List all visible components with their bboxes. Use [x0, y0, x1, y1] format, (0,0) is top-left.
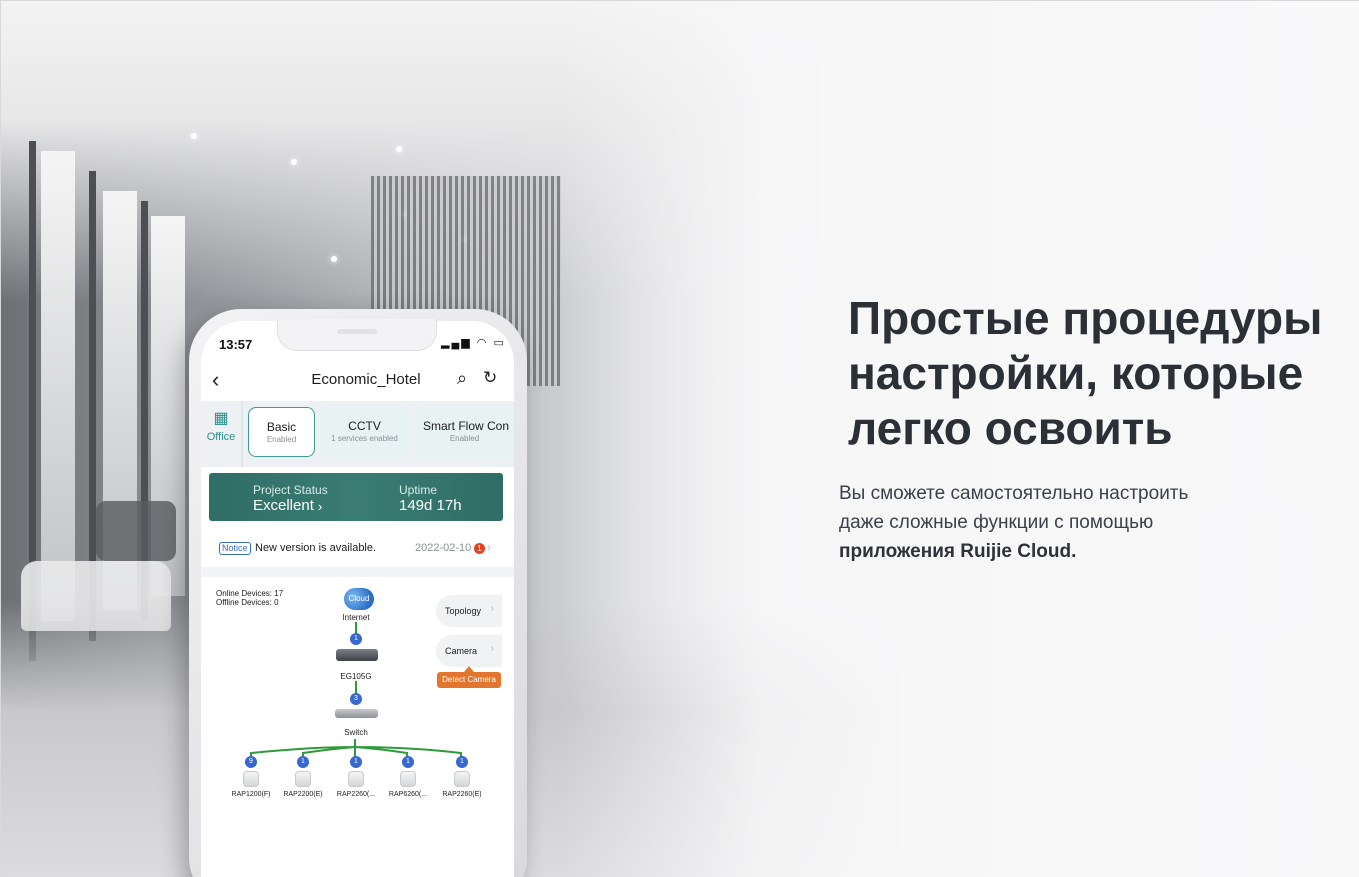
camera-button[interactable]: Camera ›	[436, 635, 502, 667]
section-gap	[201, 567, 514, 577]
access-point-device[interactable]	[348, 771, 364, 787]
offline-devices: Offline Devices: 0	[216, 598, 279, 607]
battery-icon: ▭	[493, 337, 506, 349]
tab-office[interactable]: ▦ Office	[203, 409, 239, 457]
status-icons: ▂▄▆ ◠ ▭	[441, 336, 506, 349]
chevron-right-icon: ›	[487, 540, 491, 554]
internet-label: Internet	[342, 613, 370, 622]
description-line: даже сложные функции с помощью	[839, 512, 1154, 533]
cloud-node[interactable]: Cloud	[344, 588, 374, 610]
chevron-right-icon: ›	[490, 643, 494, 655]
router-count-badge: 1	[350, 633, 362, 645]
notice-date: 2022-02-10	[415, 542, 472, 554]
headline-line: легко освоить	[848, 402, 1173, 454]
ap-count-badge: 1	[456, 756, 468, 768]
ceiling-light	[331, 256, 337, 262]
ap-count-badge: 9	[245, 756, 257, 768]
notice-text: New version is available.	[255, 542, 377, 554]
tab-subtitle: 1 services enabled	[331, 434, 398, 443]
tab-smart-flow[interactable]: Smart Flow Con Enabled	[415, 407, 514, 457]
tab-title: Basic	[266, 420, 297, 434]
headline-line: настройки, которые	[848, 347, 1304, 399]
tab-title: Smart Flow Con	[423, 419, 510, 433]
tab-subtitle: Enabled	[266, 435, 297, 444]
switch-count-badge: 3	[350, 693, 362, 705]
hero-headline: Простые процедуры настройки, которые лег…	[848, 291, 1338, 456]
notice-tag: Notice	[219, 542, 251, 555]
tab-divider	[241, 401, 243, 467]
access-point-device[interactable]	[295, 771, 311, 787]
lounge-chair	[96, 501, 176, 561]
online-devices: Online Devices: 17	[216, 589, 284, 598]
wifi-icon: ◠	[476, 337, 489, 349]
notice-count-badge: 1	[474, 543, 485, 554]
ap-label: RAP2260(E)	[442, 791, 482, 798]
topology-button-label: Topology	[445, 606, 482, 616]
notice-row[interactable]: Notice New version is available. 2022-02…	[209, 531, 503, 567]
ap-count-badge: 1	[297, 756, 309, 768]
signal-icon: ▂▄▆	[441, 337, 472, 349]
chevron-right-icon: ›	[318, 499, 323, 514]
ap-count-badge: 1	[402, 756, 414, 768]
refresh-icon[interactable]: ↻	[483, 368, 497, 388]
project-status-value: Excellent	[253, 497, 314, 514]
tab-title: CCTV	[348, 419, 381, 433]
ap-label: RAP2200(E)	[283, 791, 323, 798]
switch-device[interactable]	[335, 709, 378, 718]
ap-label: RAP1200(F)	[231, 791, 271, 798]
building-icon: ▦	[213, 410, 229, 427]
window-panel	[41, 151, 75, 621]
uptime-label: Uptime	[399, 483, 438, 497]
router-device[interactable]	[336, 649, 378, 661]
description-line: Вы сможете самостоятельно настроить	[839, 483, 1189, 504]
project-status-label: Project Status	[253, 483, 328, 497]
project-title: Economic_Hotel	[311, 371, 421, 388]
search-icon[interactable]: ⌕	[457, 368, 467, 389]
phone-notch	[277, 319, 437, 351]
headline-line: Простые процедуры	[848, 292, 1323, 344]
phone-speaker	[337, 329, 377, 334]
topology-button[interactable]: Topology ›	[436, 595, 502, 627]
ap-label: RAP6260(...	[388, 791, 428, 798]
access-point-device[interactable]	[454, 771, 470, 787]
tab-office-label: Office	[206, 431, 236, 443]
tab-cctv[interactable]: CCTV 1 services enabled	[320, 407, 409, 457]
tab-subtitle: Enabled	[449, 434, 480, 443]
ceiling-light	[291, 159, 297, 165]
ap-label: RAP2260(...	[336, 791, 376, 798]
device-counts: Online Devices: 17 Offline Devices: 0	[216, 589, 283, 607]
access-point-device[interactable]	[243, 771, 259, 787]
switch-label: Switch	[344, 728, 368, 737]
router-label: EG105G	[340, 672, 372, 681]
ceiling-light	[396, 146, 402, 152]
hero-description: Вы сможете самостоятельно настроить даже…	[839, 479, 1309, 566]
chevron-right-icon: ›	[490, 603, 494, 615]
ceiling-light	[191, 133, 197, 139]
ap-count-badge: 1	[350, 756, 362, 768]
camera-button-label: Camera	[445, 646, 478, 656]
status-time: 13:57	[219, 337, 253, 352]
tab-basic[interactable]: Basic Enabled	[248, 407, 315, 457]
access-point-device[interactable]	[400, 771, 416, 787]
chevron-left-icon[interactable]: ‹	[212, 367, 219, 393]
project-status-card[interactable]: Project Status Excellent › Uptime 149d 1…	[209, 473, 503, 521]
uptime-value: 149d 17h	[399, 497, 462, 514]
description-app-name: приложения Ruijie Cloud.	[839, 541, 1077, 562]
page-frame: Простые процедуры настройки, которые лег…	[0, 0, 1359, 877]
detect-camera-button[interactable]: Detect Camera	[437, 672, 501, 688]
